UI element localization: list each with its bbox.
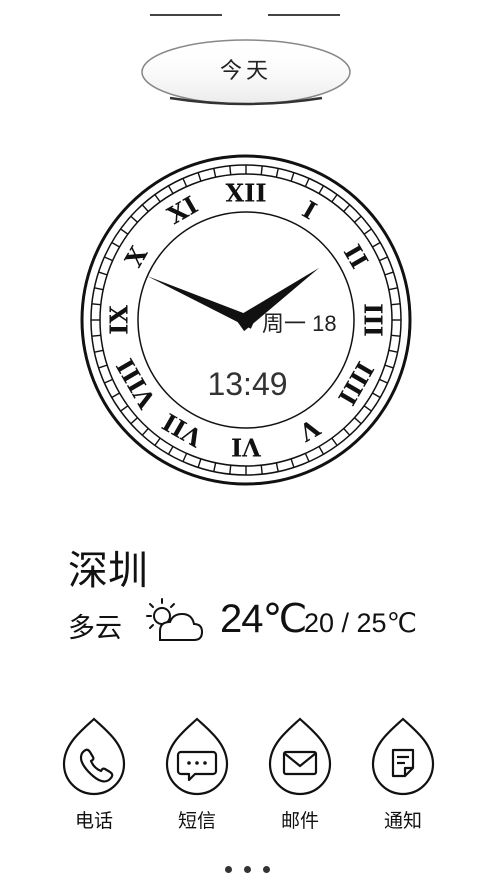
clock-tick (260, 465, 263, 475)
clock-center-pin (241, 315, 251, 325)
today-tab[interactable]: 今天 (140, 38, 352, 106)
page-dot (225, 866, 232, 873)
today-tab-label: 今天 (219, 59, 272, 84)
dock-item-notification[interactable]: 通知 (363, 716, 443, 836)
dock-label-notification: 通知 (383, 810, 422, 832)
dock-item-phone[interactable]: 电话 (54, 716, 134, 836)
weather-city[interactable]: 深圳 (68, 538, 148, 596)
clock-date: 周一 18 (262, 311, 337, 336)
clock-numeral: IX (105, 305, 134, 335)
top-decoration (0, 14, 495, 20)
weather-temp-now: 24℃ (220, 597, 307, 641)
top-line-left (150, 14, 222, 16)
clock-tick (229, 165, 232, 175)
analog-clock[interactable]: XII I II III IIII V VI VII VIII IX X XI (78, 152, 414, 488)
notification-icon (371, 717, 435, 796)
clock-tick (91, 303, 101, 306)
phone-icon (62, 717, 126, 796)
clock-tick (91, 334, 101, 337)
weather-row[interactable]: 多云 24℃ 20 / 25℃ (68, 596, 488, 652)
partly-cloudy-icon (146, 598, 204, 641)
clock-tick (229, 465, 232, 475)
app-dock: 电话 短信 邮件 通知 (0, 716, 495, 836)
dock-item-mail[interactable]: 邮件 (260, 716, 340, 836)
clock-digital-time: 13:49 (207, 366, 288, 402)
message-icon (165, 717, 229, 796)
dock-label-phone: 电话 (74, 810, 113, 832)
top-line-right (268, 14, 340, 16)
clock-numeral: VI (231, 433, 262, 462)
clock-face: XIIIIIIIIIIIIVVIVIIVIIIIXXXI (80, 154, 412, 486)
page-dot (263, 866, 270, 873)
clock-tick (391, 334, 401, 337)
clock-tick (391, 303, 401, 306)
clock-numeral: III (359, 303, 388, 337)
dock-label-mail: 邮件 (280, 810, 319, 832)
clock-numeral: XII (225, 179, 266, 208)
page-dot (244, 866, 251, 873)
weather-temp-range: 20 / 25℃ (304, 608, 417, 638)
dock-item-message[interactable]: 短信 (157, 716, 237, 836)
weather-condition: 多云 (68, 613, 122, 644)
dock-label-message: 短信 (177, 810, 216, 832)
page-indicator[interactable] (0, 858, 495, 873)
clock-tick (260, 165, 263, 175)
mail-icon (268, 717, 332, 796)
